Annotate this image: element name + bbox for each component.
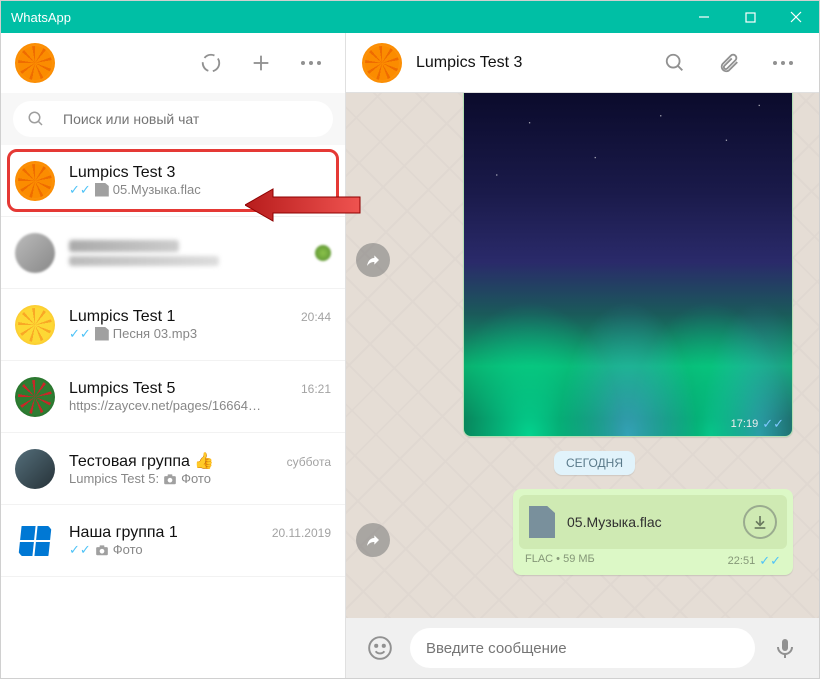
chat-avatar [15, 305, 55, 345]
chat-item-blurred[interactable] [1, 217, 345, 289]
status-button[interactable] [191, 43, 231, 83]
read-ticks-icon: ✓✓ [69, 326, 91, 342]
chat-name: Наша группа 1 [69, 524, 272, 542]
file-type: FLAC [525, 553, 553, 565]
chat-avatar [15, 233, 55, 273]
message-input-wrap[interactable] [410, 628, 755, 668]
window-close-button[interactable] [773, 1, 819, 33]
read-ticks-icon: ✓✓ [759, 553, 781, 569]
chat-time: 16:21 [301, 382, 331, 396]
camera-icon [95, 544, 109, 556]
chat-avatar [15, 449, 55, 489]
chat-preview: Фото [181, 471, 211, 486]
chat-name-blurred [69, 240, 179, 252]
message-time: 17:19✓✓ [731, 416, 784, 432]
window-minimize-button[interactable] [681, 1, 727, 33]
chat-time: 20.11.2019 [272, 526, 331, 540]
file-name: 05.Музыка.flac [567, 514, 731, 530]
read-ticks-icon: ✓✓ [69, 182, 91, 198]
chat-header: Lumpics Test 3 [346, 33, 819, 93]
chat-item-lumpics-test-5[interactable]: Lumpics Test 516:21 https://zaycev.net/p… [1, 361, 345, 433]
chat-search-button[interactable] [655, 43, 695, 83]
chat-preview: Песня 03.mp3 [113, 326, 197, 341]
message-image[interactable]: 17:19✓✓ [463, 93, 793, 437]
document-icon [95, 327, 109, 341]
sidebar: Lumpics Test 3 ✓✓ 05.Музыка.flac Lumpics … [1, 33, 346, 678]
chat-name: Lumpics Test 1 [69, 308, 301, 326]
forward-button[interactable] [356, 243, 390, 277]
chat-preview: https://zaycev.net/pages/16664… [69, 398, 261, 413]
read-ticks-icon: ✓✓ [69, 542, 91, 558]
chat-preview: Фото [113, 542, 143, 557]
titlebar: WhatsApp [1, 1, 819, 33]
status-dot [315, 245, 331, 261]
voice-button[interactable] [765, 628, 805, 668]
chat-panel: Lumpics Test 3 17:19✓✓ СЕГОДНЯ [346, 33, 819, 678]
chat-time: суббота [287, 455, 331, 469]
chat-title[interactable]: Lumpics Test 3 [416, 54, 641, 72]
download-button[interactable] [743, 505, 777, 539]
document-icon [95, 183, 109, 197]
new-chat-button[interactable] [241, 43, 281, 83]
message-file[interactable]: 05.Музыка.flac FLAC • 59 МБ 22:51✓✓ [513, 489, 793, 575]
chat-avatar [15, 161, 55, 201]
composer [346, 618, 819, 678]
attach-button[interactable] [709, 43, 749, 83]
search-input[interactable] [63, 111, 319, 127]
chat-name: Тестовая группа 👍 [69, 451, 287, 471]
search-input-wrap[interactable] [13, 101, 333, 137]
chat-preview: 05.Музыка.flac [113, 182, 201, 197]
chat-menu-button[interactable] [763, 43, 803, 83]
chat-item-lumpics-test-1[interactable]: Lumpics Test 120:44 ✓✓ Песня 03.mp3 [1, 289, 345, 361]
camera-icon [163, 473, 177, 485]
emoji-button[interactable] [360, 628, 400, 668]
menu-button[interactable] [291, 43, 331, 83]
search-bar [1, 93, 345, 145]
forward-button[interactable] [356, 523, 390, 557]
window-title: WhatsApp [1, 10, 681, 25]
file-size: 59 МБ [563, 553, 595, 565]
file-time: 22:51 [728, 555, 756, 567]
chat-body: 17:19✓✓ СЕГОДНЯ 05.Музыка.flac FLAC • 59… [346, 93, 819, 618]
chat-avatar [15, 521, 55, 561]
chat-preview-prefix: Lumpics Test 5: [69, 471, 159, 486]
chat-item-our-group-1[interactable]: Наша группа 120.11.2019 ✓✓ Фото [1, 505, 345, 577]
contact-avatar[interactable] [362, 43, 402, 83]
chat-avatar [15, 377, 55, 417]
chat-name: Lumpics Test 5 [69, 380, 301, 398]
read-ticks-icon: ✓✓ [762, 416, 784, 432]
chat-time: 20:44 [301, 310, 331, 324]
chat-name: Lumpics Test 3 [69, 164, 331, 182]
file-icon [529, 506, 555, 538]
window-maximize-button[interactable] [727, 1, 773, 33]
day-badge: СЕГОДНЯ [554, 451, 635, 475]
my-avatar[interactable] [15, 43, 55, 83]
message-input[interactable] [426, 640, 739, 657]
sidebar-header [1, 33, 345, 93]
chat-item-lumpics-test-3[interactable]: Lumpics Test 3 ✓✓ 05.Музыка.flac [1, 145, 345, 217]
chat-item-test-group[interactable]: Тестовая группа 👍суббота Lumpics Test 5:… [1, 433, 345, 505]
search-icon [27, 110, 45, 128]
chat-preview-blurred [69, 256, 219, 266]
chat-list: Lumpics Test 3 ✓✓ 05.Музыка.flac Lumpics … [1, 145, 345, 678]
